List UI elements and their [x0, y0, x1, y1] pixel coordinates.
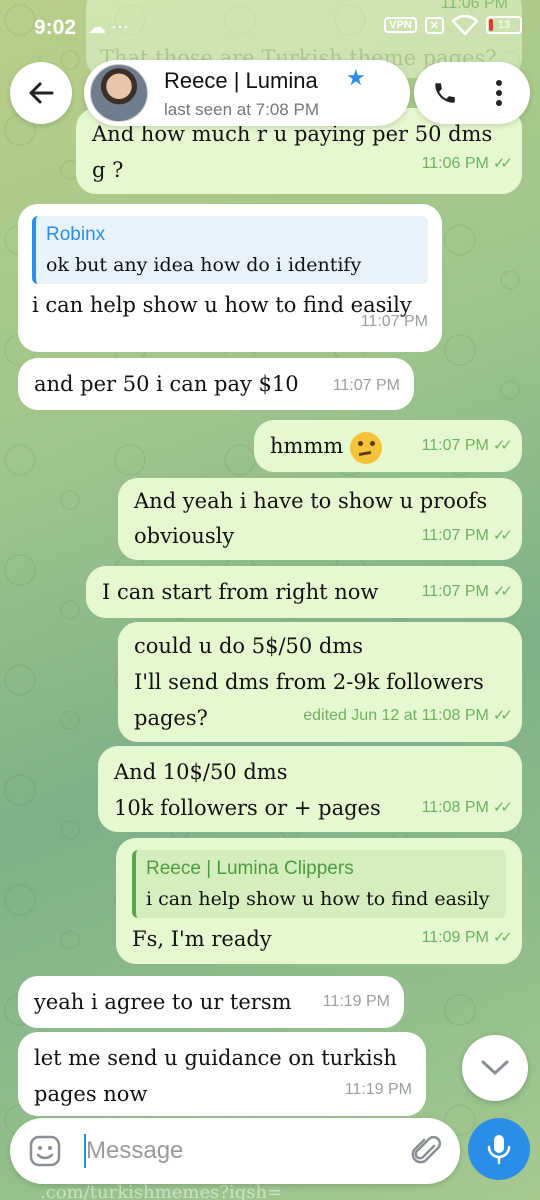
microphone-icon — [487, 1135, 511, 1165]
reply-quote-text: ok but any idea how do i identify — [46, 254, 362, 276]
message-time: 11:19 PM — [322, 993, 390, 1010]
phone-icon — [435, 83, 455, 103]
status-bar: 9:02 ☁ ⋯ VPN ✕ 13 — [0, 0, 540, 60]
status-right-icons: VPN ✕ 13 — [384, 15, 522, 35]
message-time: edited Jun 12 at 11:08 PM — [303, 707, 489, 724]
message-bubble[interactable]: Reece | Lumina Clippers i can help show … — [116, 838, 522, 964]
read-ticks-icon: ✓✓ — [492, 155, 513, 172]
no-sim-icon: ✕ — [424, 16, 444, 34]
sticker-icon[interactable] — [28, 1134, 62, 1168]
message-time: 11:07 PM — [421, 583, 489, 600]
dot-icon — [496, 80, 502, 86]
status-time: 9:02 — [34, 16, 77, 39]
chevron-down-icon — [481, 1060, 509, 1075]
message-meta: 11:08 PM ✓✓ — [421, 790, 513, 826]
back-arrow-icon — [29, 82, 54, 104]
battery-icon: 13 — [486, 16, 522, 34]
call-button[interactable] — [426, 74, 464, 112]
message-text: I can start from right now — [102, 580, 379, 604]
attach-icon[interactable] — [410, 1134, 444, 1168]
reply-quote[interactable]: Robinx ok but any idea how do i identify — [32, 216, 428, 284]
chat-title: Reece | Lumina — [164, 68, 318, 93]
message-time: 11:19 PM — [344, 1081, 412, 1098]
message-text: hmmm — [270, 434, 344, 458]
dot-icon — [496, 90, 502, 96]
message-bubble[interactable]: I can start from right now 11:07 PM ✓✓ — [86, 566, 522, 618]
read-ticks-icon: ✓✓ — [492, 583, 513, 600]
read-ticks-icon: ✓✓ — [492, 929, 513, 946]
voice-message-button[interactable] — [468, 1118, 530, 1180]
message-time: 11:07 PM — [421, 527, 489, 544]
message-meta: 11:06 PM ✓✓ — [421, 146, 513, 182]
read-ticks-icon: ✓✓ — [492, 799, 513, 816]
read-ticks-icon: ✓✓ — [492, 527, 513, 544]
partial-message-bottom: .com/turkishmemes?igsh= — [40, 1182, 283, 1200]
message-text: yeah i agree to ur tersm — [34, 990, 292, 1014]
message-time: 11:07 PM — [360, 313, 428, 330]
reply-quote-name: Robinx — [46, 224, 106, 245]
battery-level: 13 — [497, 19, 511, 31]
message-input[interactable] — [86, 1132, 386, 1170]
message-composer — [10, 1118, 460, 1184]
message-bubble[interactable]: And 10$/50 dms 10k followers or + pages … — [98, 746, 522, 832]
premium-star-icon: ★ — [346, 66, 366, 91]
message-bubble[interactable]: hmmm 11:07 PM ✓✓ — [254, 420, 522, 472]
reply-quote-name: Reece | Lumina Clippers — [146, 858, 354, 879]
chat-header-info[interactable]: Reece | Lumina ★ last seen at 7:08 PM — [84, 60, 410, 126]
back-button[interactable] — [10, 62, 72, 124]
message-time: 11:08 PM — [421, 799, 489, 816]
message-time: 11:07 PM — [421, 437, 489, 454]
message-bubble[interactable]: could u do 5$/50 dms I'll send dms from … — [118, 622, 522, 742]
more-options-button[interactable] — [480, 74, 518, 112]
message-bubble[interactable]: Robinx ok but any idea how do i identify… — [18, 204, 442, 352]
message-time: 11:06 PM — [421, 155, 489, 172]
vpn-icon: VPN — [384, 17, 417, 33]
dot-icon — [496, 100, 502, 106]
message-time: 11:09 PM — [421, 929, 489, 946]
thinking-face-emoji-icon — [349, 431, 382, 464]
reply-quote[interactable]: Reece | Lumina Clippers i can help show … — [132, 850, 506, 918]
message-bubble[interactable]: And yeah i have to show u proofs obvious… — [118, 478, 522, 560]
scroll-to-bottom-button[interactable] — [462, 1035, 528, 1101]
message-bubble[interactable]: and per 50 i can pay $10 11:07 PM — [18, 358, 414, 410]
message-bubble[interactable]: yeah i agree to ur tersm 11:19 PM — [18, 976, 404, 1028]
wifi-icon — [452, 15, 478, 35]
last-seen-status: last seen at 7:08 PM — [164, 100, 319, 119]
message-meta: 11:07 PM ✓✓ — [421, 574, 513, 610]
message-meta: 11:07 PM ✓✓ — [421, 518, 513, 554]
reply-quote-text: i can help show u how to find easily — [146, 888, 490, 910]
message-meta: 11:09 PM ✓✓ — [421, 920, 513, 956]
message-text: and per 50 i can pay $10 — [34, 372, 299, 396]
message-bubble[interactable]: let me send u guidance on turkish pages … — [18, 1032, 426, 1116]
message-meta: 11:07 PM ✓✓ — [421, 428, 513, 464]
header-actions — [414, 62, 530, 124]
avatar[interactable] — [90, 64, 148, 122]
message-time: 11:07 PM — [332, 377, 400, 394]
status-notification-icons: ☁ ⋯ — [88, 17, 130, 37]
message-meta: edited Jun 12 at 11:08 PM ✓✓ — [303, 698, 513, 734]
read-ticks-icon: ✓✓ — [492, 707, 513, 724]
read-ticks-icon: ✓✓ — [492, 437, 513, 454]
